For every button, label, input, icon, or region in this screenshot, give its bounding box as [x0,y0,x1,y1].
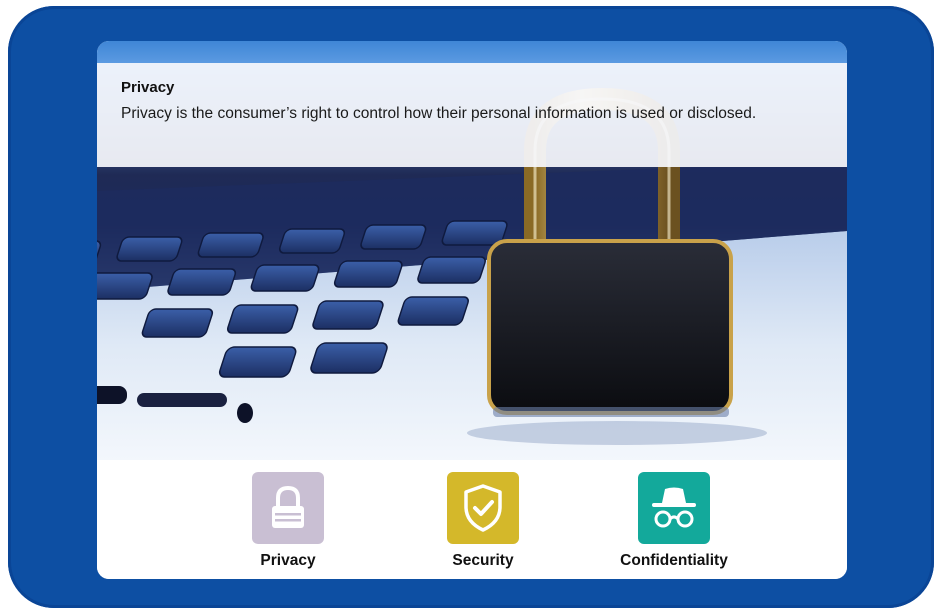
security-tile-button[interactable]: Security [408,472,558,572]
security-tile-label: Security [452,552,514,569]
security-icon-box [447,472,519,544]
content-card: Privacy Privacy is the consumer’s right … [97,41,847,579]
incognito-icon [652,487,696,528]
privacy-tile-label: Privacy [260,552,316,569]
info-description: Privacy is the consumer’s right to contr… [121,105,757,122]
padlock-icon [272,485,304,528]
privacy-tile-button[interactable]: Privacy [213,472,363,572]
confidentiality-tile-button[interactable]: Confidentiality [599,472,749,572]
confidentiality-tile-label: Confidentiality [620,552,728,569]
privacy-icon-box [252,472,324,544]
topic-tiles: Privacy Security Confidentiality [97,460,847,579]
info-panel: Privacy Privacy is the consumer’s right … [97,63,847,167]
shield-check-icon [464,484,502,532]
confidentiality-icon-box [638,472,710,544]
info-title: Privacy [121,79,175,96]
hero-image-laptop-padlock: Privacy Privacy is the consumer’s right … [97,41,847,460]
